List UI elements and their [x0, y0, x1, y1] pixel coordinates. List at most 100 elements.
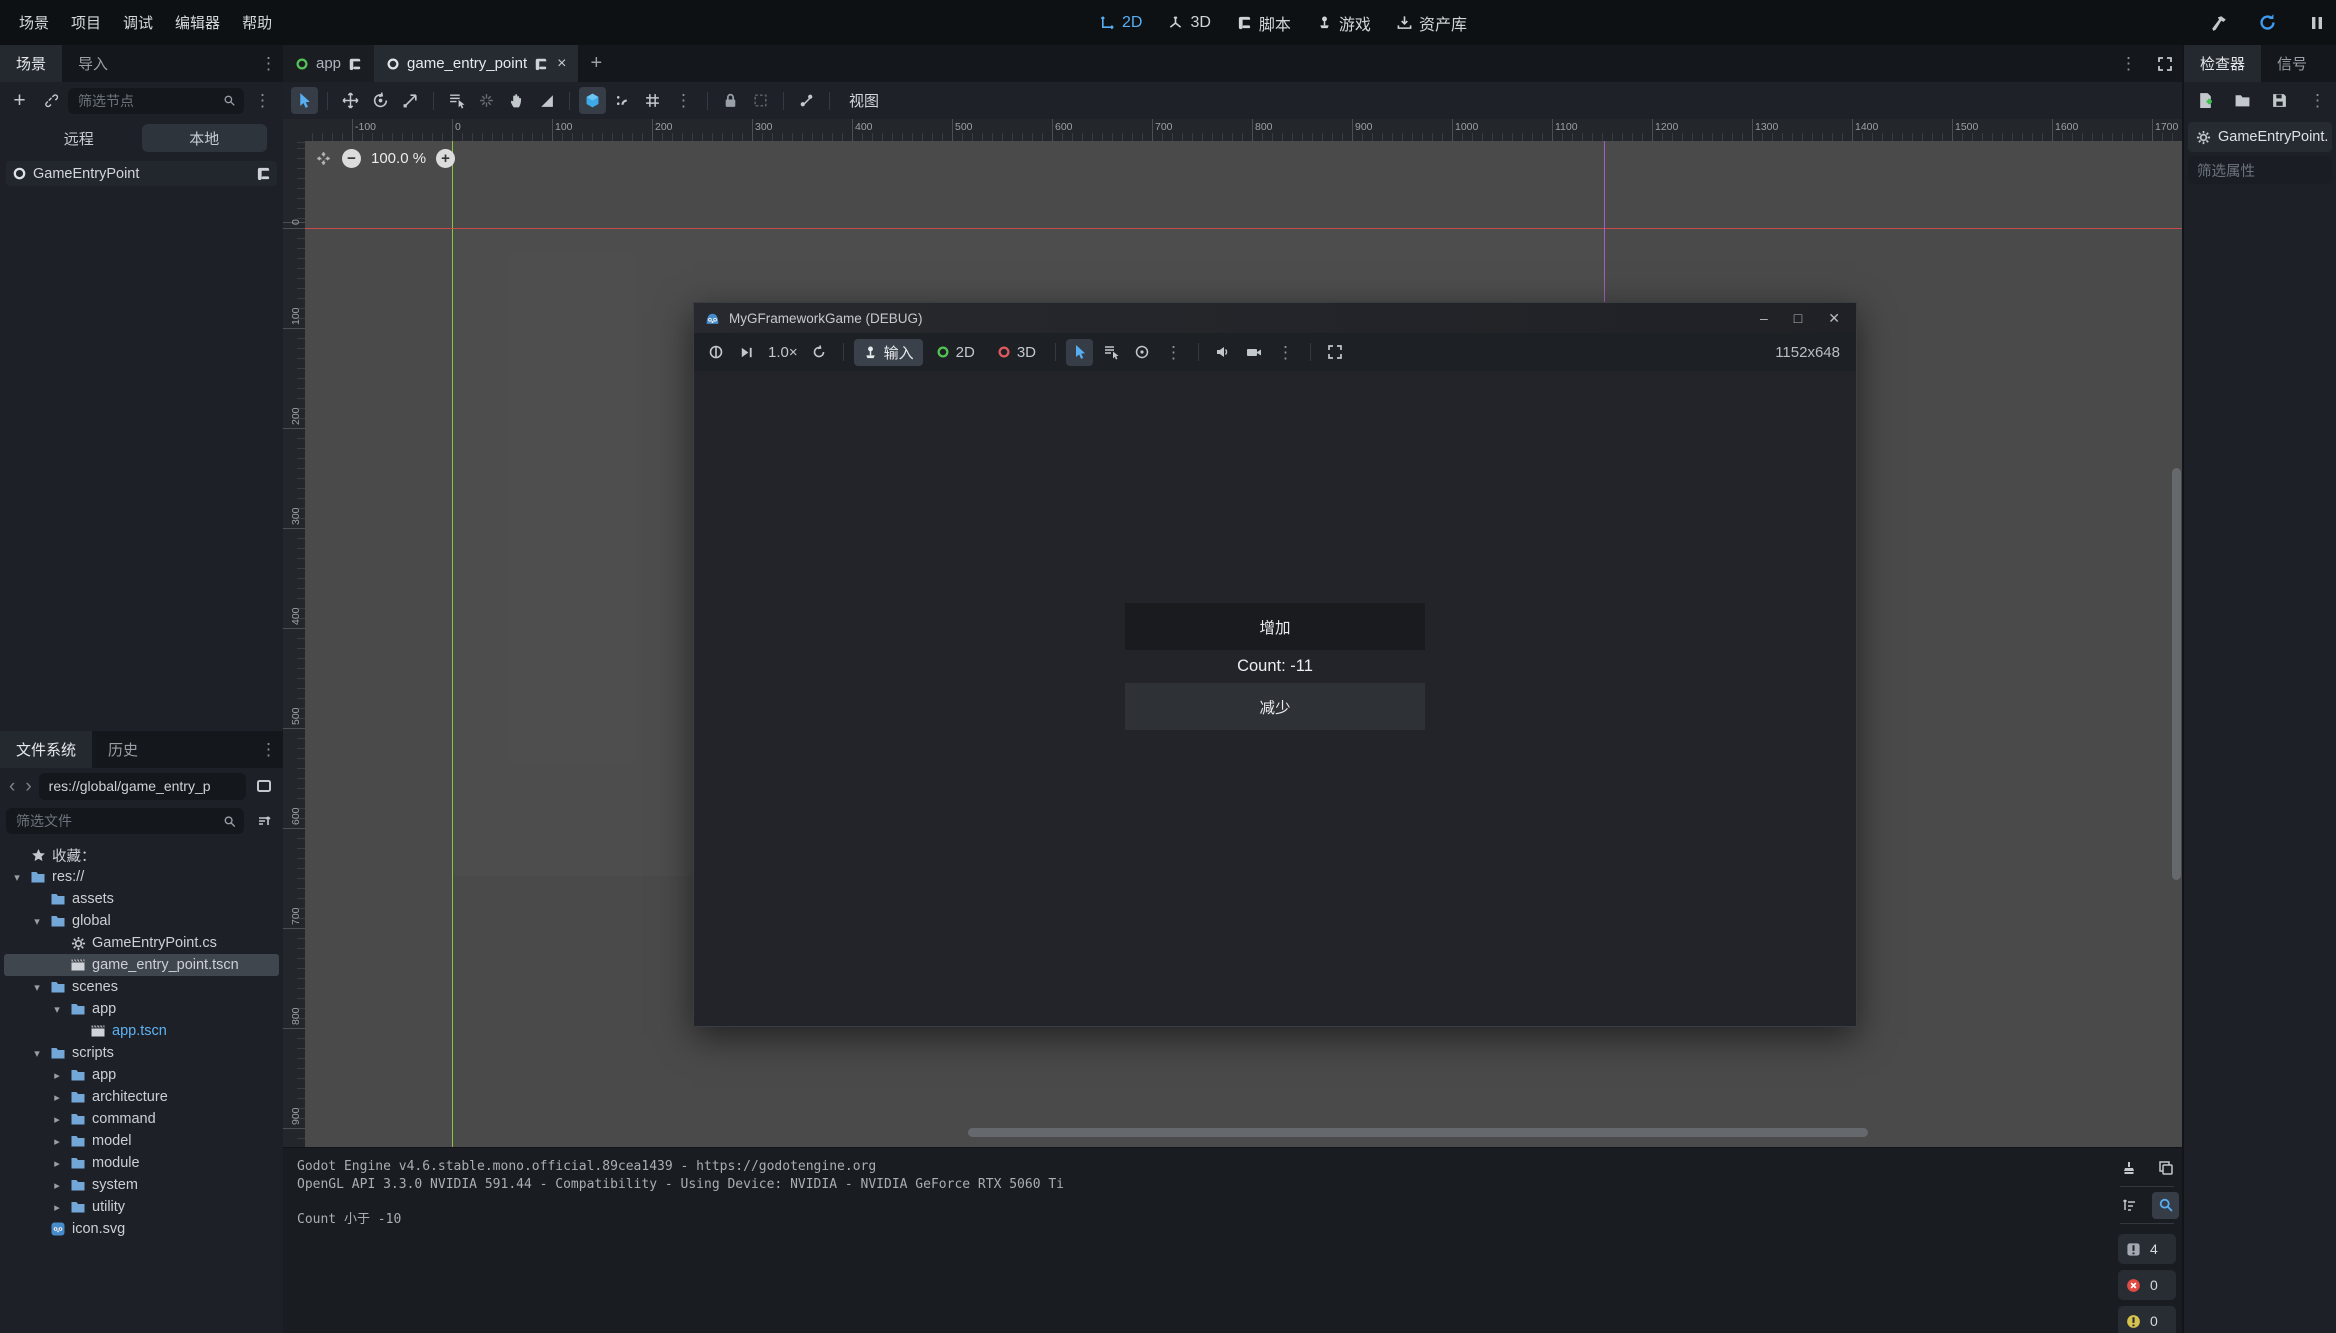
warning-count-badge[interactable]: 0	[2118, 1306, 2176, 1333]
close-window-button[interactable]: ✕	[1828, 310, 1840, 327]
game-select-tool-button[interactable]	[1066, 339, 1093, 366]
expand-arrow-icon[interactable]: ▸	[50, 1091, 64, 1104]
expand-arrow-icon[interactable]: ▸	[50, 1179, 64, 1192]
nav-back-icon[interactable]: ‹	[6, 777, 18, 796]
menu-item-3[interactable]: 编辑器	[164, 12, 231, 33]
tab-signals[interactable]: 信号	[2261, 45, 2323, 82]
file-tree-item[interactable]: game_entry_point.tscn	[4, 954, 279, 976]
camera-menu-icon[interactable]: ⋮	[1271, 344, 1300, 361]
error-count-badge[interactable]: 0	[2118, 1270, 2176, 1300]
time-scale-label[interactable]: 1.0×	[764, 344, 802, 361]
dock-menu-icon[interactable]: ⋮	[254, 55, 283, 72]
file-tree-item[interactable]: GameEntryPoint.cs	[4, 932, 279, 954]
search-output-icon[interactable]	[2152, 1192, 2179, 1219]
snap-options-menu-icon[interactable]: ⋮	[669, 92, 698, 109]
expand-arrow-icon[interactable]: ▾	[30, 1047, 44, 1060]
mode-3d[interactable]: 3D	[1168, 14, 1210, 32]
game-debug-window[interactable]: MyGFrameworkGame (DEBUG) – □ ✕ 1.0× 输入	[693, 302, 1857, 1027]
nav-forward-icon[interactable]: ›	[22, 777, 34, 796]
game-window-titlebar[interactable]: MyGFrameworkGame (DEBUG) – □ ✕	[694, 303, 1856, 333]
tab-list-menu-icon[interactable]: ⋮	[2114, 55, 2143, 72]
suspend-game-icon[interactable]	[702, 339, 729, 366]
increase-button[interactable]: 增加	[1125, 603, 1425, 650]
visibility-icon[interactable]	[1128, 339, 1155, 366]
file-tree-item[interactable]: ▸module	[4, 1152, 279, 1174]
expand-arrow-icon[interactable]: ▸	[50, 1135, 64, 1148]
file-tree-item[interactable]: ▾app	[4, 998, 279, 1020]
zoom-in-button[interactable]: +	[436, 149, 455, 168]
clear-output-icon[interactable]	[2115, 1155, 2142, 1182]
file-tree-item[interactable]: app.tscn	[4, 1020, 279, 1042]
list-select-button[interactable]	[443, 87, 470, 114]
zoom-out-button[interactable]: −	[342, 149, 361, 168]
load-resource-icon[interactable]	[2229, 87, 2256, 114]
file-tree-item[interactable]: 收藏：	[4, 844, 279, 866]
message-count-badge[interactable]: 4	[2118, 1234, 2176, 1264]
collapse-duplicates-icon[interactable]	[2115, 1192, 2142, 1219]
expand-arrow-icon[interactable]: ▸	[50, 1113, 64, 1126]
debug-tool-icon[interactable]	[2205, 9, 2232, 36]
vertical-scrollbar[interactable]	[2172, 468, 2181, 880]
menu-item-4[interactable]: 帮助	[231, 12, 283, 33]
scene-tab-game-entry-point[interactable]: game_entry_point ×	[374, 45, 578, 82]
zoom-level[interactable]: 100.0 %	[371, 150, 426, 167]
select-tool-button[interactable]	[291, 87, 318, 114]
local-button[interactable]: 本地	[142, 124, 268, 152]
file-tree-item[interactable]: assets	[4, 888, 279, 910]
file-tree-item[interactable]: ▸app	[4, 1064, 279, 1086]
file-tree-item[interactable]: ▸utility	[4, 1196, 279, 1218]
pause-game-icon[interactable]	[2303, 9, 2330, 36]
filter-files-input[interactable]	[14, 812, 217, 830]
smart-snap-button[interactable]	[579, 87, 606, 114]
expand-arrow-icon[interactable]: ▾	[30, 915, 44, 928]
next-frame-icon[interactable]	[733, 339, 760, 366]
filter-nodes-input[interactable]	[76, 92, 217, 110]
expand-arrow-icon[interactable]: ▸	[50, 1157, 64, 1170]
filter-properties-field[interactable]: 筛选属性	[2188, 156, 2332, 184]
pan-tool-button[interactable]	[503, 87, 530, 114]
grid-snap-dots-button[interactable]	[609, 87, 636, 114]
tab-scene[interactable]: 场景	[0, 45, 62, 82]
mode-游戏[interactable]: 游戏	[1317, 11, 1371, 35]
tab-import[interactable]: 导入	[62, 45, 124, 82]
new-scene-tab-button[interactable]: +	[578, 45, 614, 82]
skeleton-options-button[interactable]	[793, 87, 820, 114]
expand-arrow-icon[interactable]: ▸	[50, 1201, 64, 1214]
game-viewport[interactable]: 增加 Count: -11 减少	[694, 371, 1856, 1026]
view-menu-button[interactable]: 视图	[839, 90, 889, 111]
lock-node-button[interactable]	[717, 87, 744, 114]
expand-arrow-icon[interactable]: ▾	[10, 871, 24, 884]
script-icon[interactable]	[256, 166, 271, 181]
edited-object-selector[interactable]: GameEntryPoint.	[2188, 122, 2332, 152]
grid-snap-button[interactable]	[639, 87, 666, 114]
copy-output-icon[interactable]	[2152, 1155, 2179, 1182]
minimize-window-button[interactable]: –	[1760, 310, 1768, 326]
expand-arrow-icon[interactable]: ▾	[50, 1003, 64, 1016]
camera-3d-button[interactable]: 3D	[988, 339, 1045, 366]
horizontal-scrollbar[interactable]	[968, 1128, 1868, 1137]
mode-2d[interactable]: 2D	[1100, 14, 1142, 32]
close-tab-icon[interactable]: ×	[555, 55, 566, 73]
file-tree-item[interactable]: ▸architecture	[4, 1086, 279, 1108]
tab-inspector[interactable]: 检查器	[2184, 45, 2261, 82]
tab-history[interactable]: 历史	[92, 731, 154, 768]
embed-fullscreen-icon[interactable]	[1321, 339, 1348, 366]
file-tree-item[interactable]: icon.svg	[4, 1218, 279, 1240]
input-mode-button[interactable]: 输入	[854, 339, 923, 366]
menu-item-0[interactable]: 场景	[8, 12, 60, 33]
scene-tree-root-node[interactable]: GameEntryPoint	[6, 161, 277, 186]
mode-资产库[interactable]: 资产库	[1397, 11, 1467, 35]
game-list-select-button[interactable]	[1097, 339, 1124, 366]
scene-tree-menu-icon[interactable]: ⋮	[248, 92, 277, 109]
mode-脚本[interactable]: 脚本	[1237, 11, 1291, 35]
new-resource-icon[interactable]	[2192, 87, 2219, 114]
group-node-button[interactable]	[747, 87, 774, 114]
filesystem-menu-icon[interactable]: ⋮	[254, 741, 283, 758]
inspector-menu-icon[interactable]: ⋮	[2303, 92, 2332, 109]
instance-scene-button[interactable]	[37, 87, 64, 114]
save-resource-icon[interactable]	[2266, 87, 2293, 114]
expand-arrow-icon[interactable]: ▾	[30, 981, 44, 994]
camera-override-icon[interactable]	[1240, 339, 1267, 366]
file-tree-item[interactable]: ▸model	[4, 1130, 279, 1152]
scene-tab-app[interactable]: app	[283, 45, 374, 82]
